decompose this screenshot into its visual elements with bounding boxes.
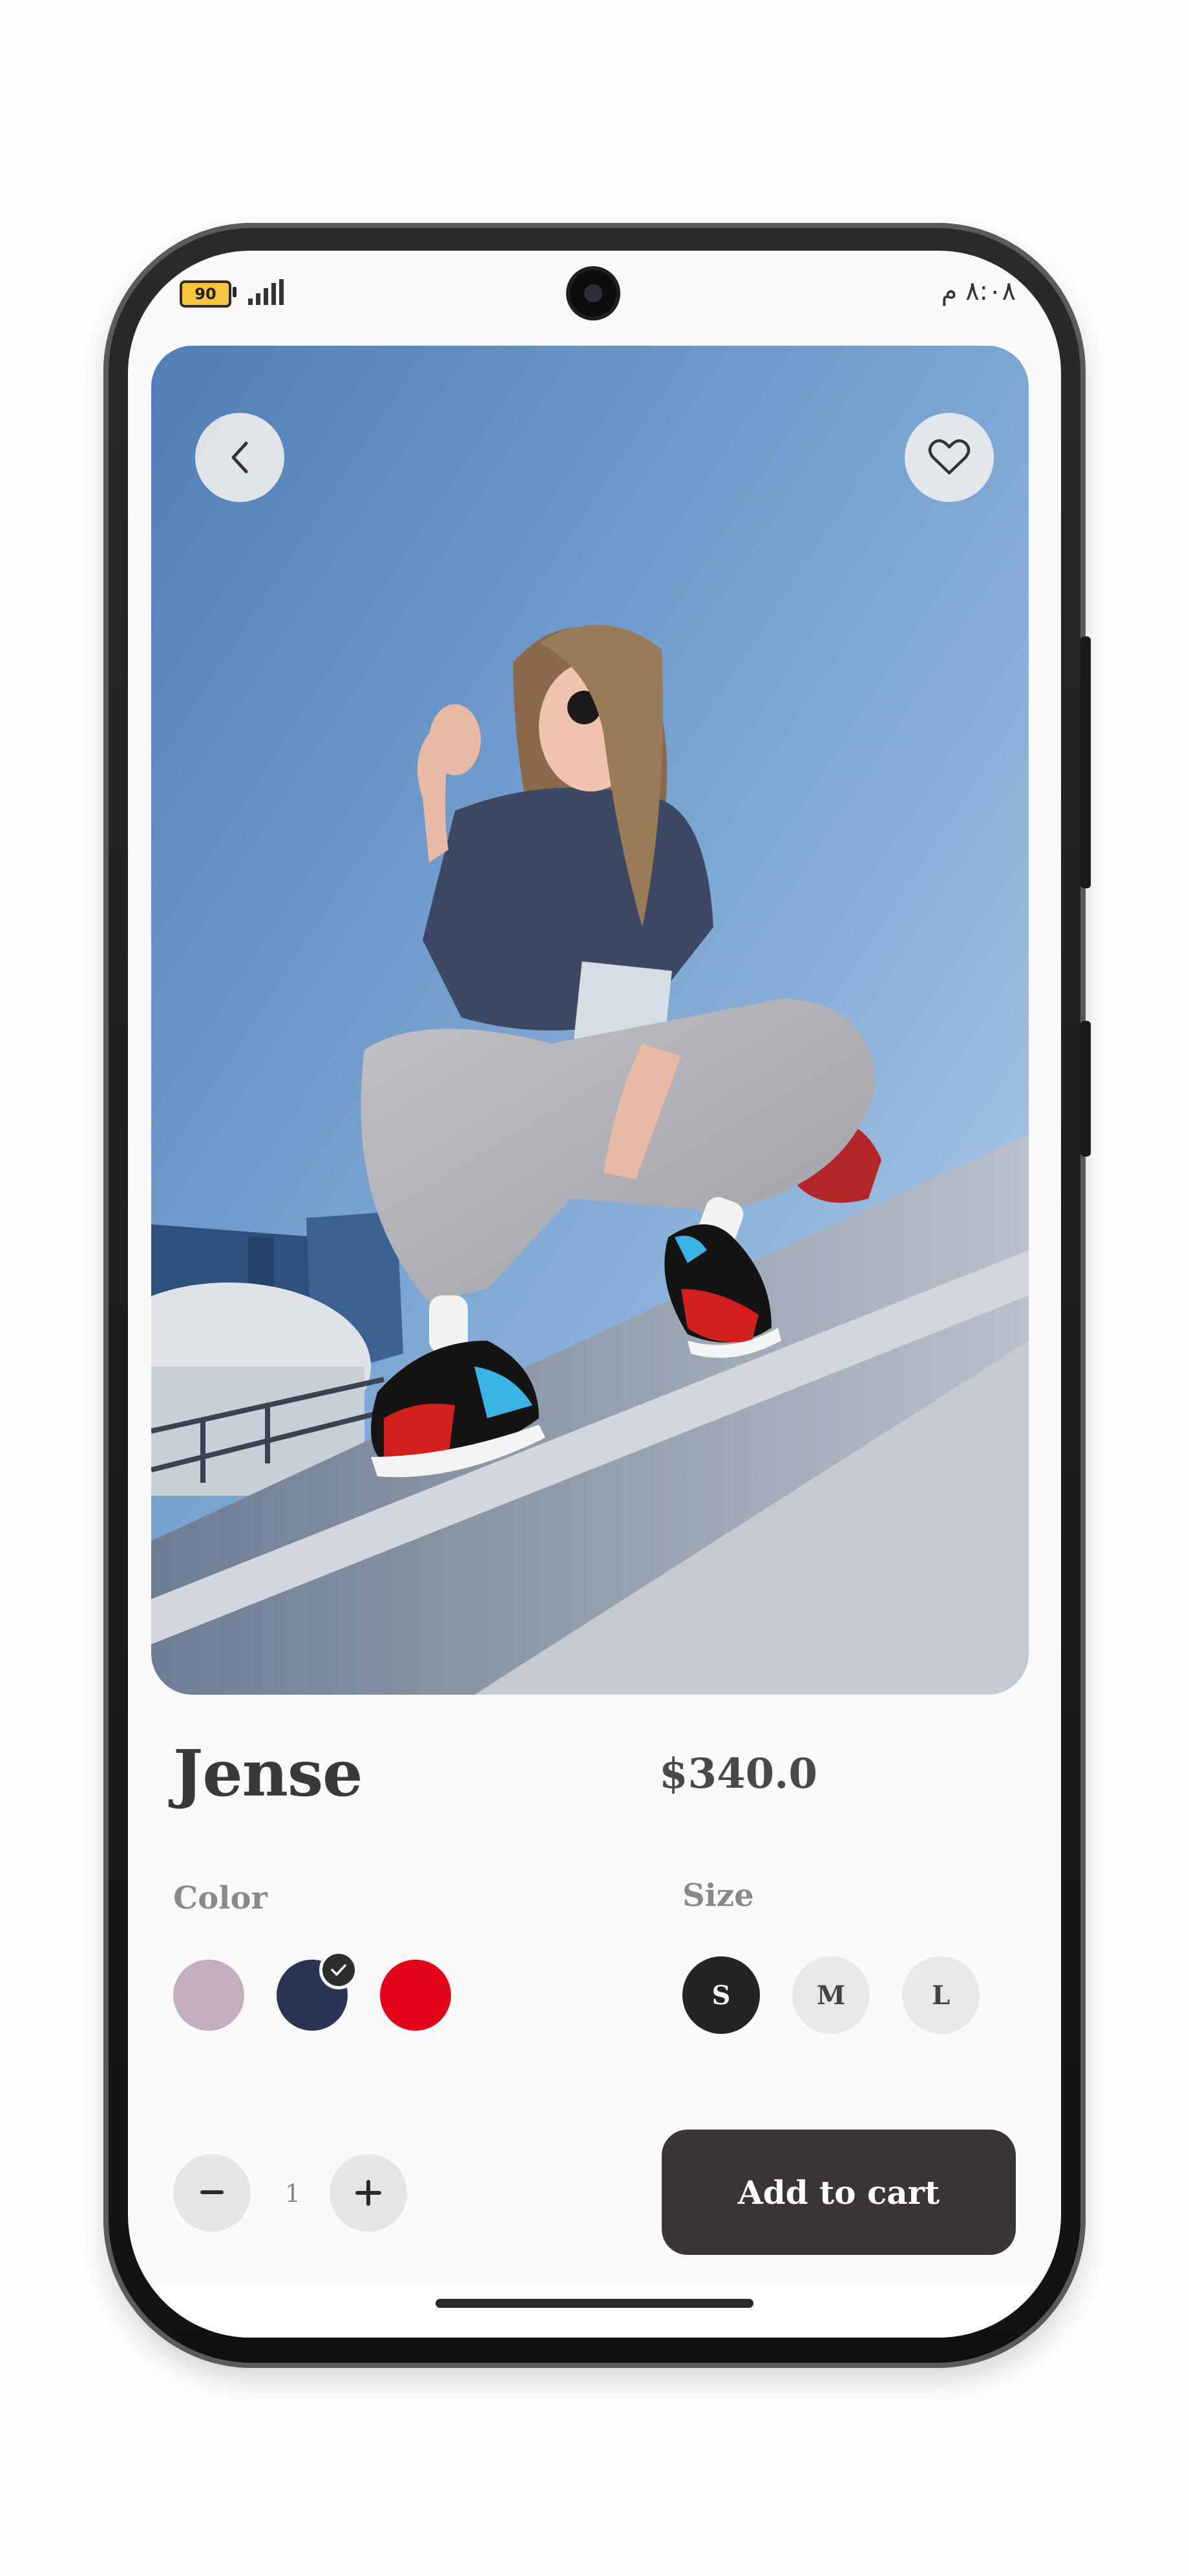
color-swatch-navy[interactable] bbox=[277, 1951, 358, 2031]
decrement-button[interactable] bbox=[173, 2154, 251, 2232]
back-button[interactable] bbox=[195, 413, 284, 502]
volume-button bbox=[1080, 1021, 1091, 1157]
screen: 90 ٨:٠٨ م Jense $340.0 Color Size S M L … bbox=[128, 251, 1061, 2338]
product-image bbox=[151, 346, 1029, 1695]
product-price: $340.0 bbox=[659, 1750, 817, 1798]
home-indicator[interactable] bbox=[436, 2299, 753, 2308]
status-bar: 90 ٨:٠٨ م bbox=[128, 251, 1061, 335]
size-option-m[interactable]: M bbox=[792, 1956, 870, 2034]
heart-icon bbox=[928, 439, 971, 475]
color-swatch-red[interactable] bbox=[380, 1960, 451, 2031]
color-label: Color bbox=[173, 1880, 268, 1916]
battery-icon: 90 bbox=[180, 280, 231, 308]
quantity-value: 1 bbox=[284, 2179, 301, 2208]
product-photo bbox=[151, 346, 1029, 1695]
signal-icon bbox=[248, 279, 287, 305]
color-swatch-lilac[interactable] bbox=[173, 1960, 244, 2031]
check-icon bbox=[319, 1951, 358, 1989]
minus-icon bbox=[200, 2190, 224, 2194]
front-camera bbox=[570, 270, 616, 317]
increment-button[interactable] bbox=[330, 2154, 407, 2232]
plus-icon bbox=[355, 2180, 381, 2206]
favorite-button[interactable] bbox=[905, 413, 994, 502]
status-time: ٨:٠٨ م bbox=[941, 277, 1016, 306]
power-button bbox=[1080, 636, 1091, 888]
chevron-left-icon bbox=[231, 441, 248, 474]
battery-tip bbox=[233, 287, 237, 297]
add-to-cart-button[interactable]: Add to cart bbox=[662, 2130, 1016, 2255]
size-option-s[interactable]: S bbox=[682, 1956, 760, 2034]
product-name: Jense bbox=[173, 1737, 363, 1811]
bottom-strip bbox=[128, 2286, 1061, 2338]
size-label: Size bbox=[682, 1878, 754, 1914]
size-option-l[interactable]: L bbox=[902, 1956, 980, 2034]
